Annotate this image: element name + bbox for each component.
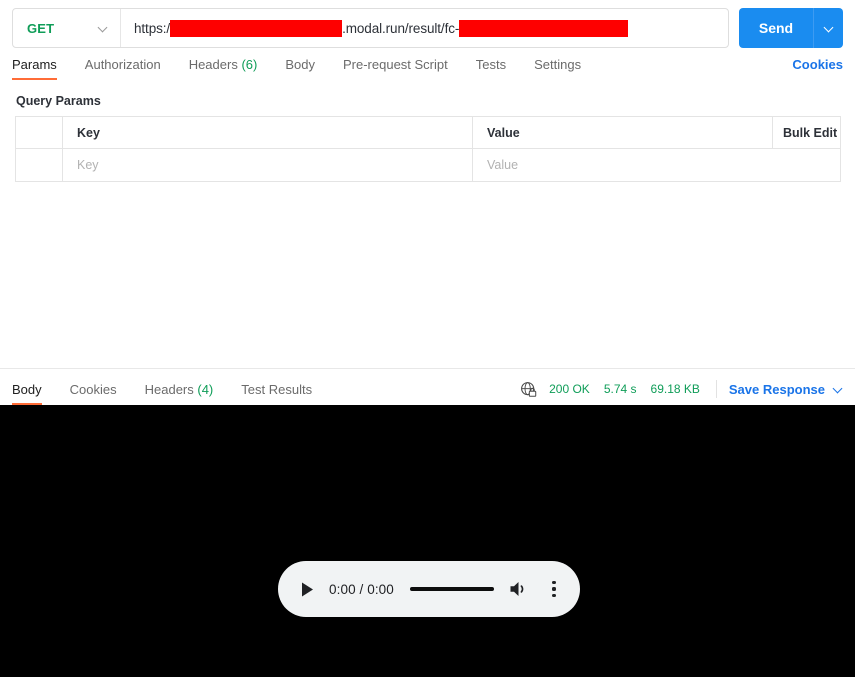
kebab-dot	[552, 587, 556, 591]
url-box: GET https:/ .modal.run/result/fc-	[12, 8, 729, 48]
table-row: Key Value	[15, 148, 841, 182]
tab-body[interactable]: Body	[285, 57, 315, 80]
tab-label: Body	[12, 382, 42, 397]
tab-pre-request-script[interactable]: Pre-request Script	[343, 57, 448, 80]
key-input[interactable]: Key	[62, 148, 473, 182]
kebab-menu-icon[interactable]	[546, 578, 562, 600]
seek-slider[interactable]	[409, 587, 494, 591]
chevron-down-icon	[98, 23, 108, 33]
response-tab-headers[interactable]: Headers (4)	[145, 382, 214, 405]
response-tab-cookies[interactable]: Cookies	[70, 382, 117, 405]
tab-authorization[interactable]: Authorization	[85, 57, 161, 80]
response-tab-bar: Body Cookies Headers (4) Test Results 20…	[0, 369, 855, 405]
send-options-button[interactable]	[813, 8, 843, 48]
response-size: 69.18 KB	[650, 382, 700, 396]
play-icon[interactable]	[296, 578, 318, 600]
send-button-group: Send	[739, 8, 843, 48]
response-tab-test-results[interactable]: Test Results	[241, 382, 312, 405]
http-method-label: GET	[27, 20, 55, 36]
tab-label: Tests	[475, 57, 507, 72]
audio-player: 0:00 / 0:00	[278, 561, 580, 617]
tab-count: (6)	[241, 57, 258, 72]
url-input[interactable]: https:/ .modal.run/result/fc-	[121, 9, 728, 47]
cookies-link[interactable]: Cookies	[792, 57, 843, 80]
api-client-window: GET https:/ .modal.run/result/fc- Send Pa…	[0, 0, 855, 694]
http-method-dropdown[interactable]: GET	[13, 9, 121, 47]
url-prefix-text: https:/	[134, 20, 171, 36]
tab-label: Headers	[188, 57, 238, 72]
request-url-row: GET https:/ .modal.run/result/fc- Send	[0, 0, 855, 48]
column-header-value: Value	[472, 116, 773, 149]
kebab-dot	[552, 593, 556, 597]
url-middle-text: .modal.run/result/fc-	[342, 20, 460, 36]
query-params-title: Query Params	[16, 94, 101, 108]
chevron-down-icon	[833, 384, 843, 394]
url-redaction-id	[459, 19, 629, 37]
response-body-media-viewer: 0:00 / 0:00	[0, 405, 855, 677]
tab-label: Body	[285, 57, 315, 72]
tab-label: Cookies	[69, 382, 117, 397]
tab-label: Pre-request Script	[342, 57, 448, 72]
table-header-row: Key Value Bulk Edit	[15, 116, 841, 149]
volume-icon[interactable]	[508, 578, 530, 600]
tab-params[interactable]: Params	[12, 57, 57, 80]
meta-divider	[715, 380, 717, 398]
row-checkbox-cell[interactable]	[15, 148, 63, 182]
response-tab-body[interactable]: Body	[12, 382, 42, 405]
tab-label: Authorization	[84, 57, 161, 72]
tab-label: Settings	[534, 57, 582, 72]
url-redaction-host	[170, 19, 343, 37]
value-input[interactable]: Value	[472, 148, 841, 182]
response-status: 200 OK	[549, 382, 590, 396]
bulk-edit-button[interactable]: Bulk Edit	[772, 116, 841, 149]
time-display: 0:00 / 0:00	[329, 581, 394, 597]
column-header-key: Key	[62, 116, 473, 149]
globe-lock-icon[interactable]	[520, 381, 537, 398]
send-button[interactable]: Send	[739, 8, 813, 48]
tab-headers[interactable]: Headers (6)	[189, 57, 258, 80]
tab-label: Headers	[144, 382, 194, 397]
chevron-down-icon	[824, 23, 834, 33]
tab-count: (4)	[197, 382, 214, 397]
response-meta-group: 200 OK 5.74 s 69.18 KB Save Response	[520, 380, 843, 405]
column-header-check	[15, 116, 63, 149]
tab-label: Params	[12, 57, 57, 72]
request-tab-bar: Params Authorization Headers (6) Body Pr…	[0, 48, 855, 80]
response-time: 5.74 s	[603, 382, 637, 396]
tab-tests[interactable]: Tests	[476, 57, 506, 80]
request-body-spacer	[0, 182, 855, 368]
tab-settings[interactable]: Settings	[534, 57, 581, 80]
kebab-dot	[552, 581, 556, 585]
save-response-label: Save Response	[728, 381, 825, 397]
tab-label: Test Results	[241, 382, 313, 397]
query-params-table: Key Value Bulk Edit Key Value	[15, 116, 841, 182]
save-response-button[interactable]: Save Response	[729, 382, 843, 397]
